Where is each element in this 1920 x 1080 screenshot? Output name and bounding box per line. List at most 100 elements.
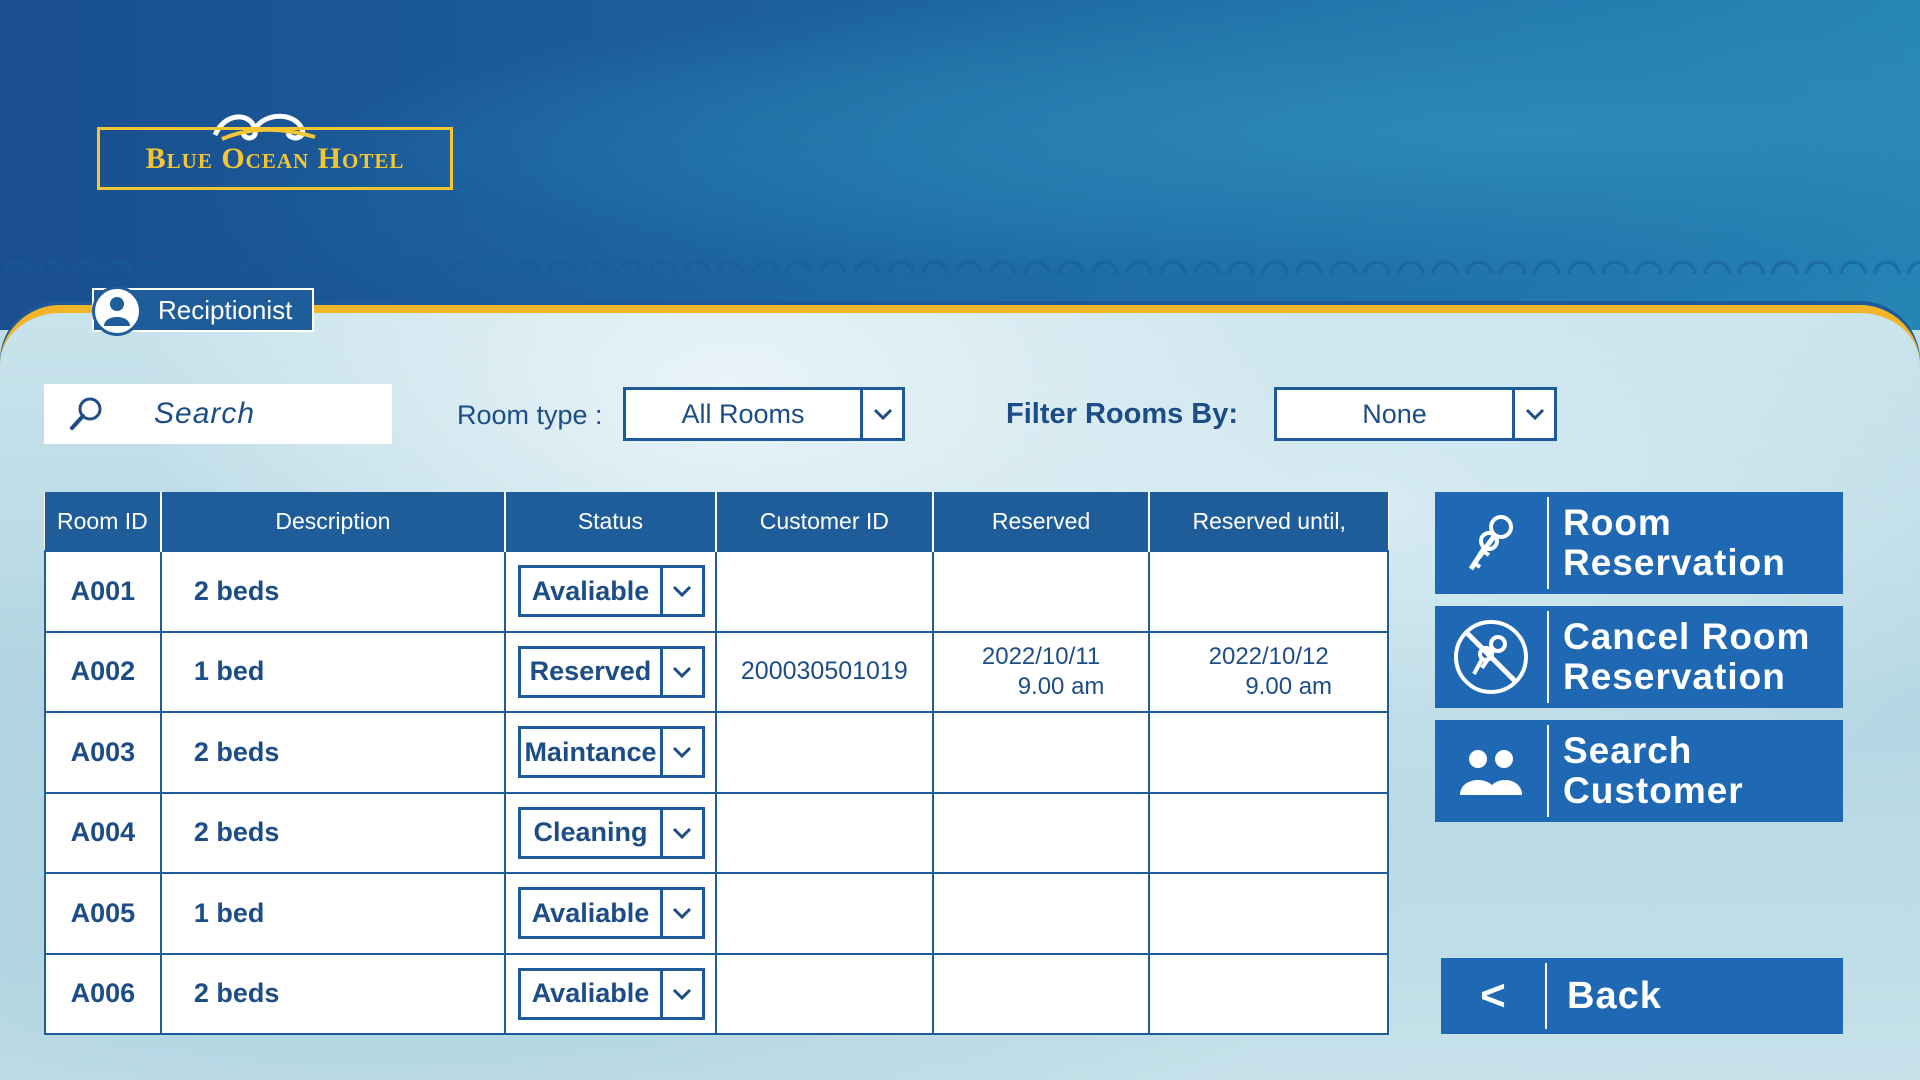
search-icon	[70, 397, 102, 430]
status-select[interactable]: Avaliable	[517, 887, 705, 940]
column-header: Customer ID	[715, 492, 934, 551]
chevron-down-icon[interactable]	[659, 970, 702, 1017]
status-select[interactable]: Reserved	[517, 645, 705, 698]
reserved-until-cell	[1148, 791, 1389, 874]
status-select[interactable]: Avaliable	[517, 565, 705, 618]
hotel-name: Blue Ocean Hotel	[145, 141, 405, 175]
reserved-until-cell	[1148, 872, 1389, 955]
room-description: 2 beds	[159, 711, 506, 794]
divider	[1545, 963, 1547, 1029]
keys-icon-wrap	[1435, 492, 1547, 594]
status-cell: Avaliable	[503, 872, 717, 955]
table-header-row: Room ID Description Status Customer ID R…	[45, 492, 1388, 551]
room-id: A005	[44, 872, 162, 955]
room-type-select[interactable]: All Rooms	[623, 387, 905, 441]
reserved-cell	[931, 791, 1151, 874]
room-description: 1 bed	[159, 872, 506, 955]
column-header: Room ID	[45, 492, 162, 551]
wave-decoration	[0, 240, 1920, 274]
table-row[interactable]: A003 2 beds Maintance	[44, 711, 1389, 794]
room-description: 1 bed	[159, 630, 506, 713]
column-header: Reserved	[932, 492, 1151, 551]
chevron-down-icon[interactable]	[659, 890, 702, 937]
chevron-down-icon[interactable]	[1512, 390, 1554, 438]
customer-id	[714, 791, 934, 874]
cancel-reservation-label: Cancel Room Reservation	[1563, 616, 1811, 697]
customer-id	[714, 872, 934, 955]
rooms-table: Room ID Description Status Customer ID R…	[44, 492, 1389, 1035]
filter-by-value: None	[1362, 398, 1427, 429]
chevron-down-icon[interactable]	[659, 568, 702, 615]
customer-id	[714, 711, 934, 794]
room-description: 2 beds	[159, 952, 506, 1035]
status-value: Reserved	[529, 656, 652, 687]
divider	[1547, 725, 1549, 817]
table-row[interactable]: A005 1 bed Avaliable	[44, 872, 1389, 955]
hotel-logo: Blue Ocean Hotel	[97, 127, 453, 190]
divider	[1547, 611, 1549, 703]
room-id: A002	[44, 630, 162, 713]
role-label: Reciptionist	[158, 294, 293, 325]
column-header: Reserved until,	[1149, 492, 1388, 551]
reserved-cell	[931, 872, 1151, 955]
cancel-keys-icon-wrap	[1435, 606, 1547, 708]
cancel-keys-icon	[1454, 620, 1528, 694]
room-id: A001	[44, 550, 162, 633]
status-value: Avaliable	[531, 978, 650, 1009]
cancel-reservation-button[interactable]: Cancel Room Reservation	[1435, 606, 1843, 708]
room-type-label: Room type :	[457, 400, 603, 430]
back-button[interactable]: < Back	[1441, 958, 1843, 1034]
search-customer-button[interactable]: Search Customer	[1435, 720, 1843, 822]
chevron-down-icon[interactable]	[860, 390, 902, 438]
status-value: Cleaning	[533, 817, 648, 848]
search-box[interactable]	[44, 384, 392, 444]
back-glyph: <	[1480, 971, 1506, 1020]
search-input[interactable]	[154, 397, 354, 431]
status-value: Avaliable	[531, 897, 650, 928]
people-icon-wrap	[1435, 720, 1547, 822]
table-row[interactable]: A006 2 beds Avaliable	[44, 952, 1389, 1035]
reserved-until-cell	[1148, 550, 1389, 633]
reserved-cell: 2022/10/11 9.00 am	[931, 630, 1151, 713]
status-cell: Avaliable	[503, 952, 717, 1035]
chevron-down-icon[interactable]	[659, 809, 702, 856]
column-header: Description	[160, 492, 506, 551]
status-cell: Reserved	[503, 630, 717, 713]
reserved-date: 2022/10/11	[981, 642, 1101, 670]
status-cell: Avaliable	[503, 550, 717, 633]
reserved-time: 9.00 am	[1017, 672, 1105, 700]
search-customer-label: Search Customer	[1563, 730, 1744, 811]
room-id: A003	[44, 711, 162, 794]
filter-by-label: Filter Rooms By:	[1006, 398, 1239, 430]
reserved-until-cell	[1148, 711, 1389, 794]
status-select[interactable]: Maintance	[517, 726, 705, 779]
column-header: Status	[504, 492, 717, 551]
filter-by-select[interactable]: None	[1274, 387, 1557, 441]
room-description: 2 beds	[159, 791, 506, 874]
back-label: Back	[1567, 975, 1662, 1017]
chevron-down-icon[interactable]	[659, 648, 702, 695]
status-cell: Cleaning	[503, 791, 717, 874]
chevron-down-icon[interactable]	[659, 729, 702, 776]
user-icon	[92, 286, 142, 336]
divider	[1547, 497, 1549, 589]
room-description: 2 beds	[159, 550, 506, 633]
room-id: A004	[44, 791, 162, 874]
room-type-value: All Rooms	[681, 398, 805, 429]
customer-id: 200030501019	[714, 630, 934, 713]
status-cell: Maintance	[503, 711, 717, 794]
until-date: 2022/10/12	[1208, 642, 1329, 670]
reserved-until-cell: 2022/10/12 9.00 am	[1148, 630, 1389, 713]
status-select[interactable]: Avaliable	[517, 967, 705, 1020]
status-value: Maintance	[524, 736, 657, 767]
table-row[interactable]: A001 2 beds Avaliable	[44, 550, 1389, 633]
status-select[interactable]: Cleaning	[517, 806, 705, 859]
reserved-until-cell	[1148, 952, 1389, 1035]
keys-icon	[1468, 515, 1513, 571]
room-id: A006	[44, 952, 162, 1035]
people-icon	[1460, 750, 1522, 795]
room-reservation-button[interactable]: Room Reservation	[1435, 492, 1843, 594]
until-time: 9.00 am	[1245, 672, 1333, 700]
table-row[interactable]: A004 2 beds Cleaning	[44, 791, 1389, 874]
table-row[interactable]: A002 1 bed Reserved 200030501019 2022/10…	[44, 630, 1389, 713]
